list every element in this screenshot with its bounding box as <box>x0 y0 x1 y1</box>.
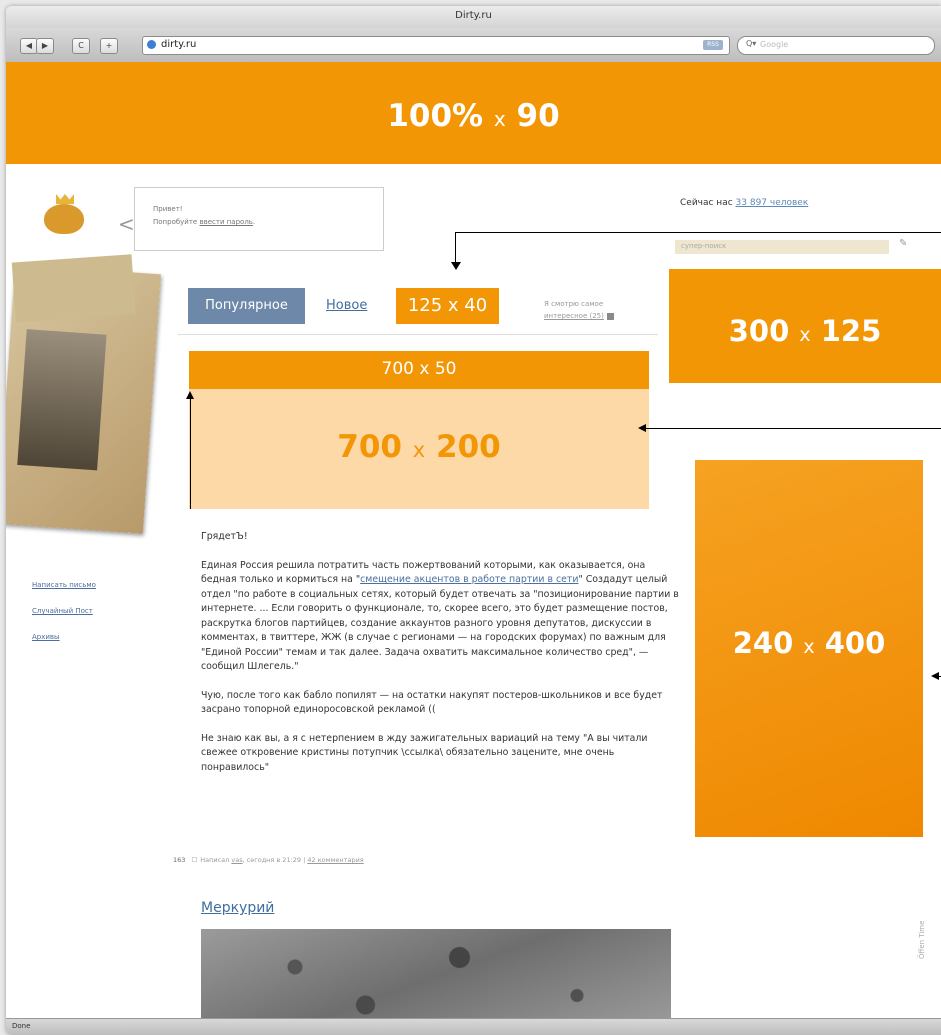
ad-700x200-label: 700 x 200 <box>189 429 649 465</box>
title-bar: Dirty.ru <box>6 6 941 29</box>
add-bookmark-button[interactable]: + <box>100 38 118 54</box>
login-prompt-suffix: . <box>252 218 256 226</box>
sidebar-link-random-post[interactable]: Случайный Пост <box>32 607 93 615</box>
post-text: " Создадут целый отдел "по работе в соци… <box>201 574 679 672</box>
ad-700x50-label: 700 x 50 <box>381 359 457 379</box>
arrow-left-icon <box>931 672 939 680</box>
status-text: Done <box>12 1022 31 1030</box>
tab-popular[interactable]: Популярное <box>188 288 305 324</box>
online-prefix: Сейчас нас <box>680 198 736 208</box>
post-meta: 163 ☐ Написал vas, сегодня в 21:29 | 42 ко… <box>173 856 364 864</box>
greeting-box: Привет! Попробуйте ввести пароль. <box>134 187 384 251</box>
meta-time: , сегодня в 21:29 | <box>242 856 308 864</box>
post-paragraph: ГрядетЪ! <box>201 531 248 542</box>
browser-search-field[interactable]: Q▾ Google <box>737 36 935 55</box>
arrow-left-icon <box>638 424 646 432</box>
interesting-filter: Я смотрю самое интересное (25) <box>544 298 656 322</box>
ad-300-height: 125 <box>820 314 882 348</box>
ad-240x400[interactable]: 240 x 400 <box>695 460 923 837</box>
post-paragraph: Единая Россия решила потратить часть пож… <box>201 559 679 675</box>
search-icon: Q▾ <box>746 39 757 48</box>
status-bar: Done <box>6 1018 941 1035</box>
url-text: dirty.ru <box>161 39 197 50</box>
ad-240-times: x <box>803 636 815 658</box>
login-prompt: Попробуйте ввести пароль. <box>153 218 255 226</box>
search-submit-icon[interactable]: ✎ <box>899 238 907 249</box>
rss-badge[interactable]: RSS <box>703 40 723 50</box>
online-users-link[interactable]: 33 897 человек <box>736 198 809 208</box>
login-prompt-prefix: Попробуйте <box>153 218 200 226</box>
globe-icon <box>147 40 156 49</box>
site-search-input[interactable]: супер-поиск <box>675 240 889 254</box>
ad-300-times: x <box>799 324 811 346</box>
ad-125x40[interactable]: 125 x 40 <box>396 288 499 324</box>
post-link[interactable]: смещение акцентов в работе партии в сети <box>360 574 578 585</box>
annotation-line <box>455 232 456 262</box>
greeting-text: Привет! <box>153 205 183 213</box>
mercury-photo <box>201 929 671 1018</box>
arrow-up-icon <box>186 391 194 399</box>
crown-icon <box>56 194 74 204</box>
top-banner-label: 100% x 90 <box>6 98 941 134</box>
site-search-placeholder: супер-поиск <box>681 242 727 250</box>
interesting-text: Я смотрю самое <box>544 300 604 308</box>
author-icon: ☐ <box>191 856 198 864</box>
next-post-title[interactable]: Меркурий <box>201 900 274 916</box>
ad-700x200[interactable]: 700 x 200 <box>189 389 649 509</box>
ad-300-width: 300 <box>728 314 790 348</box>
annotation-line <box>190 397 191 509</box>
ad-700-height: 200 <box>436 429 501 465</box>
login-link[interactable]: ввести пароль <box>199 218 252 226</box>
post-paragraph: Не знаю как вы, а я с нетерпением в жду … <box>201 732 648 773</box>
post-paragraph: Чую, после того как бабло попилят — на о… <box>201 689 663 716</box>
post-rating[interactable]: 163 <box>173 856 185 864</box>
banner-height: 90 <box>516 98 560 134</box>
forward-button[interactable]: ▶ <box>36 38 54 54</box>
sidebar-link-write-letter[interactable]: Написать письмо <box>32 581 96 589</box>
browser-toolbar: ◀ ▶ C + dirty.ru RSS Q▾ Google <box>6 28 941 63</box>
annotation-line <box>455 232 941 233</box>
arrow-down-icon <box>451 262 461 270</box>
window-title: Dirty.ru <box>455 10 492 21</box>
ad-300x125[interactable]: 300 x 125 <box>669 269 941 383</box>
ad-700-times: x <box>412 438 426 462</box>
ad-300-label: 300 x 125 <box>669 314 941 348</box>
meta-prefix: Написал <box>200 856 232 864</box>
photo-card <box>11 254 136 323</box>
post-body: ГрядетЪ! Единая Россия решила потратить … <box>201 530 679 789</box>
sidebar-vintage-photo <box>6 254 161 534</box>
tabs-divider <box>178 334 658 335</box>
ad-240-width: 240 <box>732 626 794 660</box>
watermark: Öffen Time <box>918 920 926 959</box>
banner-times: x <box>493 107 506 131</box>
ad-700-width: 700 <box>337 429 402 465</box>
chevron-left-icon: < <box>118 212 135 236</box>
author-link[interactable]: vas <box>231 856 242 864</box>
address-bar[interactable]: dirty.ru RSS <box>142 36 730 55</box>
search-placeholder: Google <box>760 40 789 49</box>
ad-240-label: 240 x 400 <box>695 626 923 660</box>
banner-width: 100% <box>387 98 484 134</box>
online-count: Сейчас нас 33 897 человек <box>680 198 808 208</box>
browser-window: Dirty.ru ◀ ▶ C + dirty.ru RSS Q▾ Google … <box>6 6 941 1035</box>
rss-icon[interactable] <box>606 312 614 320</box>
page-content: 100% x 90 < Привет! Попробуйте ввести па… <box>6 62 941 1018</box>
comments-link[interactable]: 42 комментария <box>307 856 363 864</box>
ad-700x50[interactable]: 700 x 50 <box>189 351 649 389</box>
annotation-line <box>646 428 941 429</box>
tab-new[interactable]: Новое <box>326 298 367 313</box>
interesting-link[interactable]: интересное (25) <box>544 312 604 320</box>
top-banner-ad[interactable]: 100% x 90 <box>6 62 941 164</box>
dog-logo-icon[interactable] <box>44 204 84 234</box>
ad-240-height: 400 <box>824 626 886 660</box>
reload-button[interactable]: C <box>72 38 90 54</box>
portrait-image <box>17 329 107 471</box>
sidebar-link-archives[interactable]: Архивы <box>32 633 60 641</box>
